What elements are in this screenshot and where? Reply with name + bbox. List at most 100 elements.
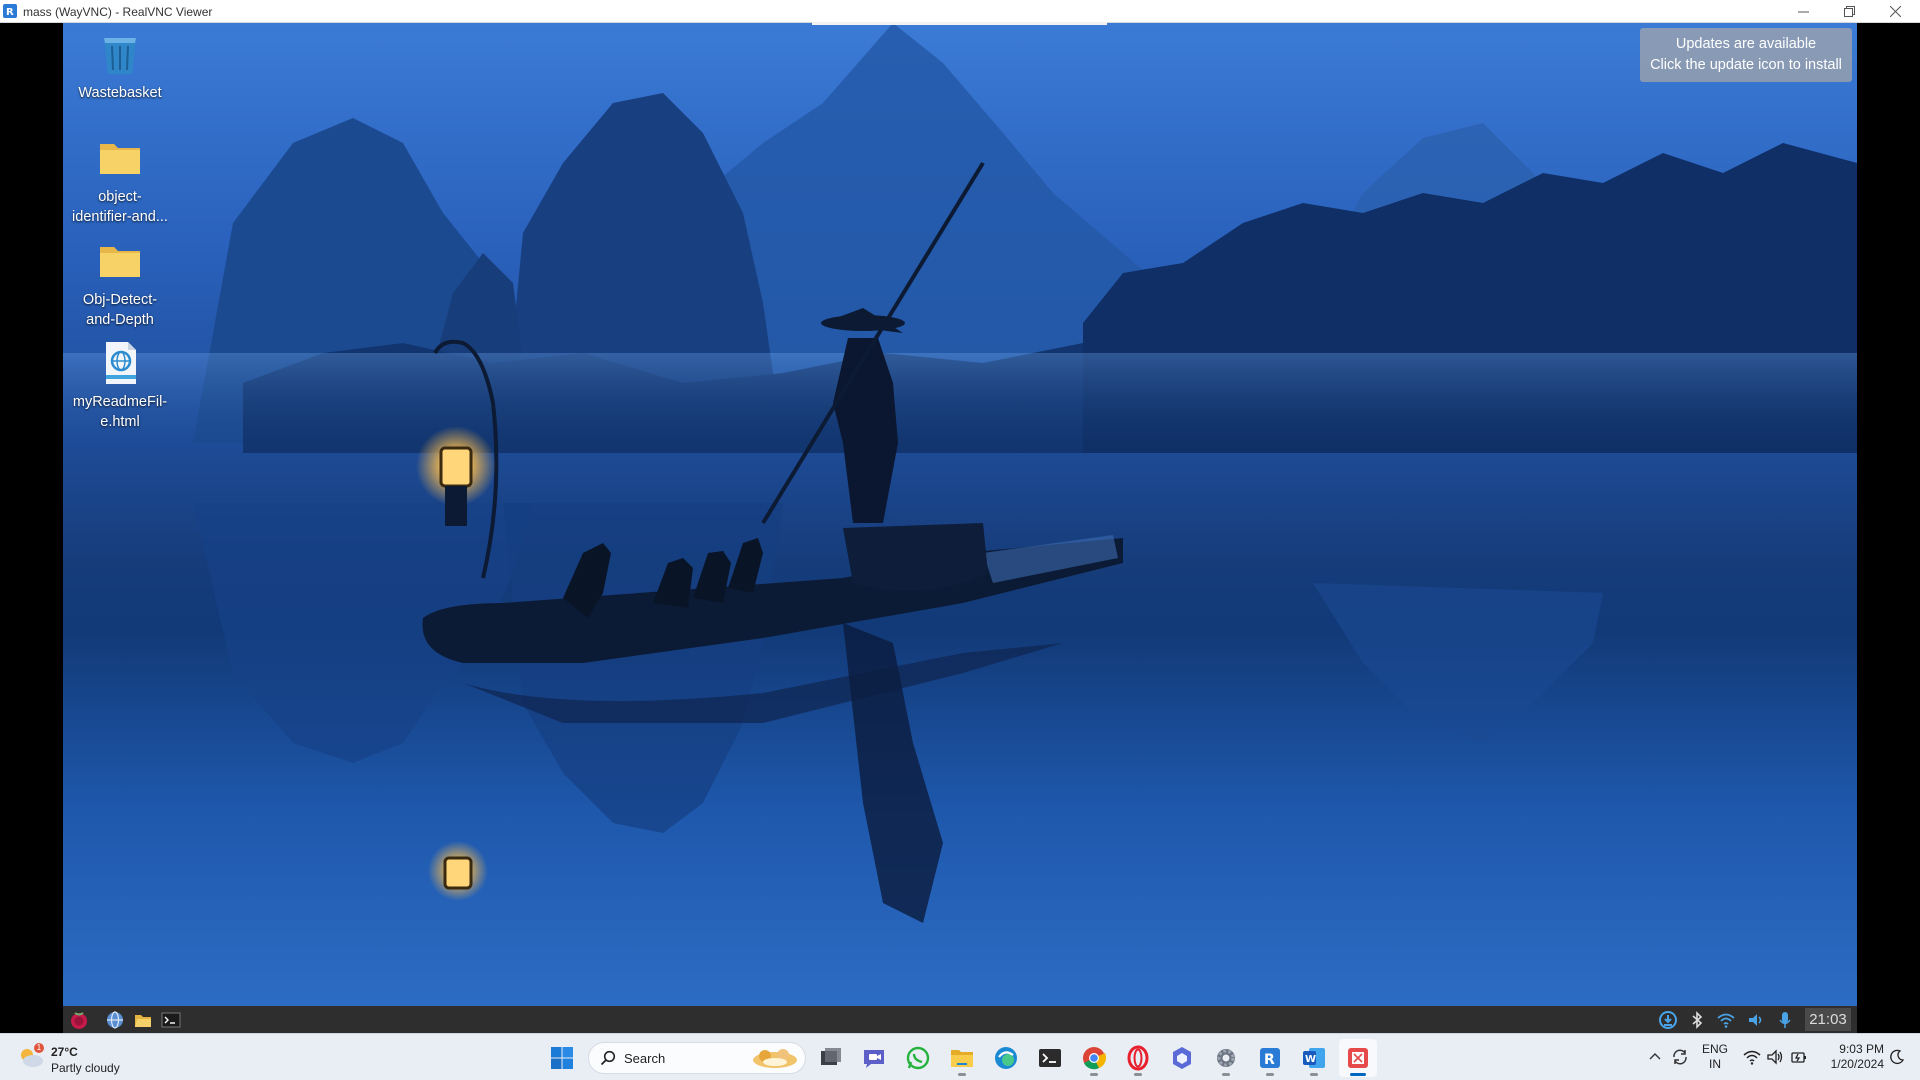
close-button[interactable] <box>1872 0 1918 22</box>
weather-temperature: 27°C <box>51 1045 78 1059</box>
updater-tray-button[interactable] <box>1657 1009 1679 1031</box>
wifi-tray-button[interactable] <box>1715 1009 1737 1031</box>
edge-button[interactable] <box>987 1039 1025 1077</box>
running-indicator <box>1090 1073 1098 1076</box>
terminal-launcher[interactable] <box>160 1009 182 1031</box>
search-highlight-art-icon <box>753 1049 797 1068</box>
edge-icon <box>995 1047 1017 1069</box>
search-icon <box>600 1050 616 1066</box>
do-not-disturb-moon-icon <box>1890 1049 1905 1064</box>
microphone-tray-button[interactable] <box>1774 1009 1796 1031</box>
volume-icon <box>1749 1014 1762 1026</box>
chrome-button[interactable] <box>1075 1039 1113 1077</box>
speaker-icon <box>1767 1049 1783 1065</box>
input-language-indicator[interactable]: ENG IN <box>1700 1042 1730 1072</box>
running-indicator <box>1222 1073 1230 1076</box>
windows-taskbar: 1 27°C Partly cloudy Search R W ENG IN 9… <box>0 1033 1920 1080</box>
desktop-icon-readme-html[interactable]: myReadmeFil- e.html <box>65 339 175 432</box>
volume-tray-button[interactable] <box>1745 1009 1767 1031</box>
remote-desktop[interactable]: Wastebasket object- identifier-and... Ob… <box>63 23 1857 1006</box>
html-file-icon <box>106 342 136 384</box>
running-indicator <box>1134 1073 1142 1076</box>
update-notification[interactable]: Updates are available Click the update i… <box>1640 28 1852 82</box>
running-indicator <box>958 1073 966 1076</box>
wallpaper-image <box>63 23 1857 923</box>
folder-icon <box>100 247 140 277</box>
desktop-icon-object-identifier-folder[interactable]: object- identifier-and... <box>65 134 175 227</box>
battery-charging-icon <box>1791 1052 1806 1063</box>
wastebasket-icon <box>104 38 136 74</box>
raspberry-menu-button[interactable] <box>68 1009 90 1031</box>
desktop-icon-label: myReadmeFil- e.html <box>72 394 168 430</box>
word-button[interactable]: W <box>1295 1039 1333 1077</box>
chevron-up-icon <box>1649 1053 1661 1060</box>
copilot-icon <box>1173 1047 1191 1069</box>
updater-icon <box>1659 1011 1677 1029</box>
taskbar-search-box[interactable]: Search <box>588 1042 806 1074</box>
language-code: ENG <box>1701 1042 1728 1056</box>
clock-date: 1/20/2024 <box>1830 1057 1884 1071</box>
vnc-window-titlebar[interactable]: R mass (WayVNC) - RealVNC Viewer <box>0 0 1920 23</box>
remote-taskbar: 21:03 <box>63 1006 1857 1033</box>
sync-tray-button[interactable] <box>1669 1046 1691 1068</box>
volume-tray-button[interactable] <box>1764 1046 1786 1068</box>
running-indicator <box>1266 1073 1274 1076</box>
notifications-button[interactable] <box>1886 1046 1908 1068</box>
close-icon <box>1889 5 1901 17</box>
copilot-button[interactable] <box>1163 1039 1201 1077</box>
viewer-left-margin <box>0 23 63 1033</box>
settings-icon <box>1217 1049 1235 1067</box>
word-icon: W <box>1303 1048 1325 1068</box>
bluetooth-tray-button[interactable] <box>1686 1009 1708 1031</box>
restore-button[interactable] <box>1826 0 1872 22</box>
show-hidden-icons-button[interactable] <box>1644 1046 1666 1068</box>
file-manager-launcher[interactable] <box>132 1009 154 1031</box>
teams-chat-button[interactable] <box>855 1039 893 1077</box>
terminal-icon <box>161 1012 181 1028</box>
remote-clock[interactable]: 21:03 <box>1805 1008 1851 1031</box>
task-view-icon <box>821 1048 841 1065</box>
terminal-button[interactable] <box>1031 1039 1069 1077</box>
file-explorer-icon <box>951 1050 973 1067</box>
minimize-button[interactable] <box>1780 0 1826 22</box>
viewer-right-margin <box>1857 23 1920 1033</box>
raspberry-menu-icon <box>71 1012 87 1029</box>
start-button[interactable] <box>543 1039 581 1077</box>
active-indicator <box>1350 1073 1366 1076</box>
opera-button[interactable] <box>1119 1039 1157 1077</box>
bluetooth-icon <box>1692 1011 1703 1029</box>
notification-line-2: Click the update icon to install <box>1650 57 1842 73</box>
file-explorer-button[interactable] <box>943 1039 981 1077</box>
weather-alert-badge: 1 <box>34 1043 44 1053</box>
minimize-icon <box>1797 11 1809 12</box>
folder-icon <box>100 144 140 174</box>
network-tray-button[interactable] <box>1741 1046 1763 1068</box>
sync-icon <box>1673 1049 1687 1065</box>
weather-widget[interactable]: 1 27°C Partly cloudy <box>16 1039 156 1077</box>
svg-text:W: W <box>1305 1054 1316 1065</box>
svg-text:R: R <box>1264 1052 1275 1068</box>
desktop-icon-wastebasket[interactable]: Wastebasket <box>65 30 175 103</box>
web-browser-launcher[interactable] <box>104 1009 126 1031</box>
desktop-icon-obj-detect-folder[interactable]: Obj-Detect- and-Depth <box>65 237 175 330</box>
clock-time: 9:03 PM <box>1839 1042 1884 1056</box>
whatsapp-button[interactable] <box>899 1039 937 1077</box>
weather-condition: Partly cloudy <box>51 1061 120 1075</box>
snipping-tool-button[interactable] <box>1339 1039 1377 1077</box>
window-title: mass (WayVNC) - RealVNC Viewer <box>23 5 213 19</box>
restore-icon <box>1843 5 1855 17</box>
terminal-icon <box>1039 1049 1061 1067</box>
microphone-icon <box>1779 1012 1791 1028</box>
desktop-icon-label: object- identifier-and... <box>72 189 168 225</box>
taskbar-clock[interactable]: 9:03 PM 1/20/2024 <box>1812 1042 1884 1072</box>
battery-tray-button[interactable] <box>1788 1046 1810 1068</box>
task-view-button[interactable] <box>812 1039 850 1077</box>
opera-icon <box>1127 1045 1149 1071</box>
vnc-toolbar-handle[interactable] <box>812 22 1107 25</box>
teams-chat-icon <box>864 1050 884 1068</box>
whatsapp-icon <box>906 1046 930 1070</box>
realvnc-app-icon: R <box>3 4 17 18</box>
region-code: IN <box>1709 1057 1721 1071</box>
settings-button[interactable] <box>1207 1039 1245 1077</box>
realvnc-button[interactable]: R <box>1251 1039 1289 1077</box>
